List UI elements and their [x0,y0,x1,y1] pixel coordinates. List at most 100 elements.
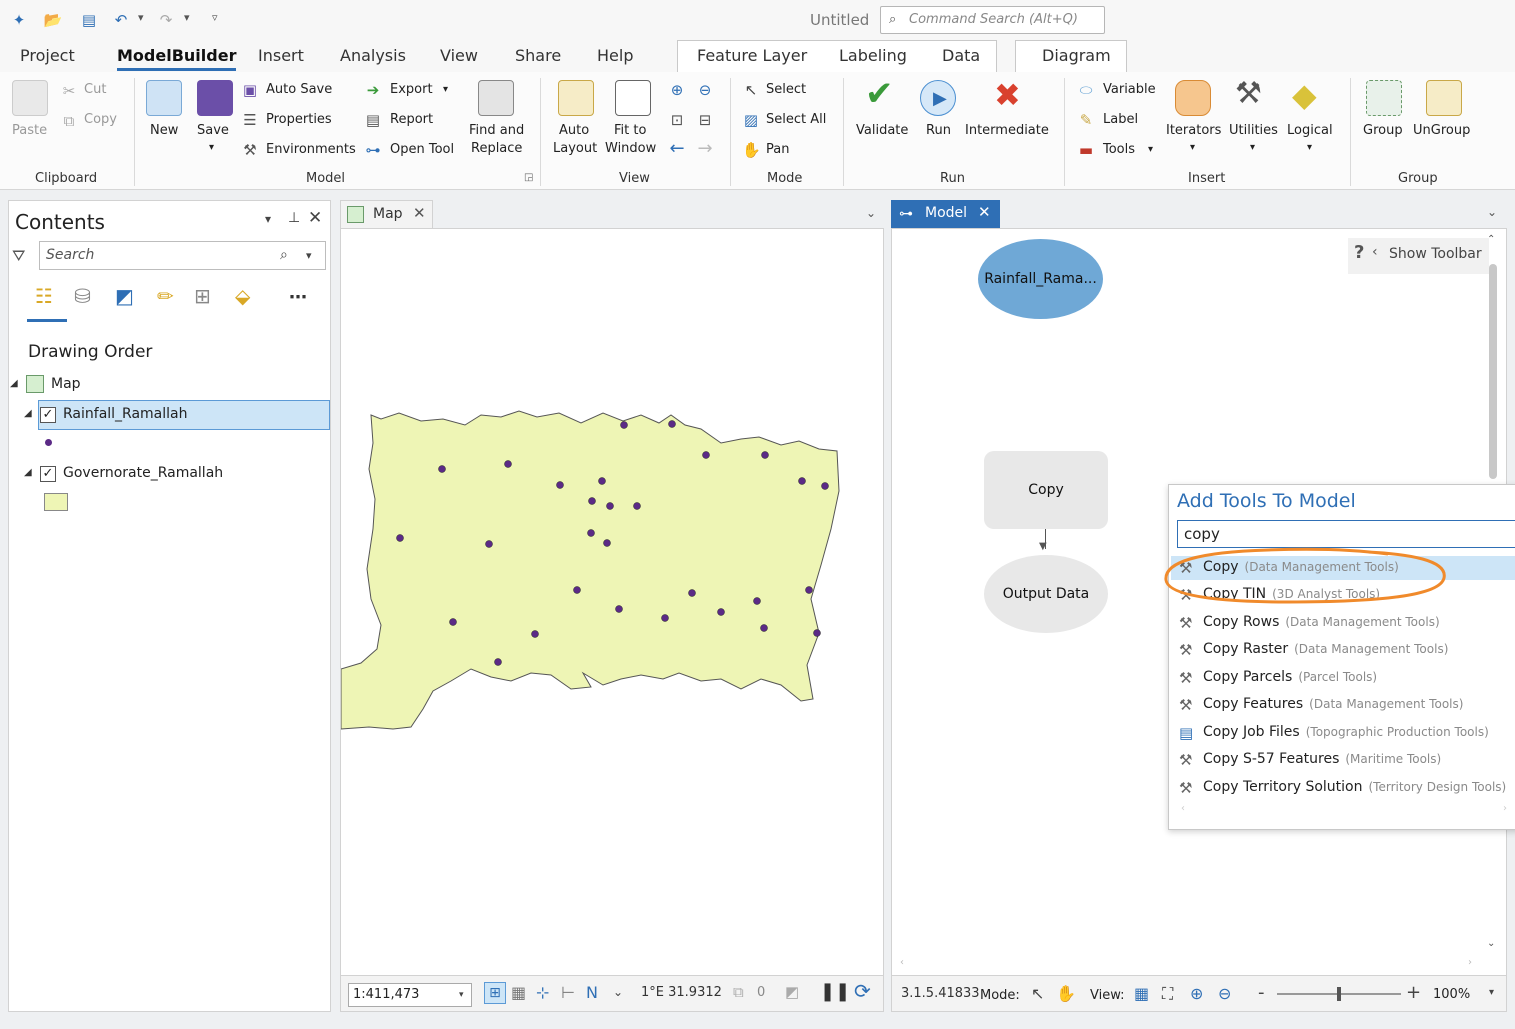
fit-to-window-button-line1[interactable]: Fit to [614,123,646,138]
customize-quick-access-icon[interactable]: ▿ [212,11,218,24]
scroll-down-icon[interactable]: ⌄ [1487,938,1495,949]
tools-dropdown-icon[interactable]: ▾ [1148,144,1153,155]
scroll-left-icon[interactable]: ‹ [900,957,904,968]
back-icon[interactable]: ← [668,140,686,158]
model-node-input-data[interactable]: Rainfall_Rama... [978,239,1103,319]
layer-visibility-checkbox[interactable]: ✓ [40,407,56,423]
logical-dropdown-icon[interactable]: ▾ [1307,142,1312,153]
command-search-input[interactable]: ⌕ Command Search (Alt+Q) [880,6,1105,34]
group-button[interactable]: Group [1363,123,1403,138]
zoom-slider-thumb[interactable] [1337,987,1341,1001]
filter-icon[interactable]: ⛛ [12,246,25,266]
ungroup-button[interactable]: UnGroup [1413,123,1470,138]
constraints-icon[interactable]: ⊹ [536,983,549,1002]
new-project-icon[interactable]: ✦ [8,9,30,31]
rainfall-station-point[interactable] [615,605,623,613]
pane-options-icon[interactable]: ▾ [265,212,271,226]
save-project-icon[interactable]: ▤ [78,9,100,31]
rainfall-station-point[interactable] [761,451,769,459]
utilities-button[interactable]: Utilities [1229,123,1278,138]
map-canvas[interactable] [340,228,884,976]
fixed-zoom-in-icon[interactable]: ⊡ [668,111,686,129]
zoom-dropdown-icon[interactable]: ▾ [1489,987,1494,998]
redo-dropdown-icon[interactable]: ▾ [184,11,190,24]
tab-share[interactable]: Share [515,46,561,65]
rainfall-station-point[interactable] [606,502,614,510]
select-all-button[interactable]: Select All [766,112,826,127]
tab-help[interactable]: Help [597,46,633,65]
rainfall-station-point[interactable] [798,477,806,485]
map-tab[interactable]: Map ✕ [340,200,433,228]
report-button[interactable]: Report [390,112,433,127]
tab-insert[interactable]: Insert [258,46,304,65]
zoom-in-icon[interactable]: ⊕ [668,81,686,99]
forward-icon[interactable]: → [696,140,714,158]
scrollbar-thumb[interactable] [1489,264,1497,479]
rainfall-station-point[interactable] [485,540,493,548]
save-dropdown-icon[interactable]: ▾ [209,142,214,153]
rainfall-station-point[interactable] [598,477,606,485]
utilities-dropdown-icon[interactable]: ▾ [1250,142,1255,153]
zoom-slider-minus-icon[interactable]: - [1258,982,1265,1003]
scroll-right-icon[interactable]: › [1468,957,1472,968]
rainfall-station-point[interactable] [556,481,564,489]
run-button[interactable]: Run [926,123,951,138]
map-expand-icon[interactable]: ◢ [10,378,18,389]
rainfall-station-point[interactable] [821,482,829,490]
tool-result-row[interactable]: ⚒ Copy Territory Solution (Territory Desig… [1171,776,1515,800]
map-scale-selector[interactable]: 1:411,473 ▾ [348,983,472,1007]
validate-button[interactable]: Validate [856,123,908,138]
model-node-copy-tool[interactable]: Copy [984,451,1108,529]
list-by-data-source-icon[interactable]: ⛁ [74,284,91,308]
rainfall-station-point[interactable] [449,618,457,626]
rainfall-station-point[interactable] [633,502,641,510]
rainfall-station-point[interactable] [717,608,725,616]
rainfall-station-point[interactable] [573,586,581,594]
rainfall-station-point[interactable] [702,451,710,459]
save-model-button[interactable]: Save [197,123,229,138]
open-tool-button[interactable]: Open Tool [390,142,454,157]
grid-icon[interactable]: ▦ [511,983,526,1002]
model-tab[interactable]: ⊶ Model ✕ [891,200,1000,228]
help-icon[interactable]: ? [1354,242,1364,263]
rainfall-station-point[interactable] [504,460,512,468]
fit-to-window-button-line2[interactable]: Window [605,141,656,156]
tab-view[interactable]: View [440,46,478,65]
layer-name-governorate[interactable]: Governorate_Ramallah [63,465,223,481]
snapping-icon[interactable]: ⊞ [484,982,506,1004]
open-project-icon[interactable]: 📂 [42,9,64,31]
fixed-zoom-out-icon[interactable]: ⊟ [696,111,714,129]
tool-result-row[interactable]: ⚒ Copy Rows (Data Management Tools) [1171,611,1515,635]
correction-icon[interactable]: ⊢ [561,983,575,1002]
map-tree-item[interactable]: Map [51,376,81,392]
rainfall-station-point[interactable] [603,539,611,547]
variable-button[interactable]: Variable [1103,82,1156,97]
layer-visibility-checkbox[interactable]: ✓ [40,466,56,482]
view-list-dropdown-icon[interactable]: ⌄ [1487,205,1497,219]
tab-project[interactable]: Project [20,46,75,65]
pan-button[interactable]: Pan [766,142,789,157]
tab-modelbuilder[interactable]: ModelBuilder [117,46,237,71]
fit-to-window-small-icon[interactable]: ⛶ [1162,984,1173,1004]
more-options-icon[interactable]: ⋯ [289,287,307,308]
rainfall-station-point[interactable] [805,586,813,594]
iterators-button[interactable]: Iterators [1166,123,1221,138]
zoom-out-icon[interactable]: ⊖ [696,81,714,99]
list-by-snapping-icon[interactable]: ⊞ [194,284,211,308]
redo-icon[interactable]: ↷ [155,9,177,31]
rainfall-station-point[interactable] [587,529,595,537]
rainfall-station-point[interactable] [688,589,696,597]
properties-button[interactable]: Properties [266,112,332,127]
find-and-replace-button-line1[interactable]: Find and [469,123,524,138]
rainfall-station-point[interactable] [661,614,669,622]
select-mode-icon[interactable]: ↖ [1031,984,1044,1003]
auto-save-button[interactable]: Auto Save [266,82,332,97]
auto-layout-small-icon[interactable]: ▦ [1134,984,1149,1003]
export-dropdown-icon[interactable]: ▾ [443,84,448,95]
north-arrow-icon[interactable]: N [586,983,598,1002]
layer-expand-icon[interactable]: ◢ [24,408,32,419]
tab-labeling[interactable]: Labeling [839,46,907,65]
refresh-icon[interactable]: ⟳ [854,979,871,1003]
close-icon[interactable]: ✕ [308,208,322,228]
rainfall-station-point[interactable] [396,534,404,542]
